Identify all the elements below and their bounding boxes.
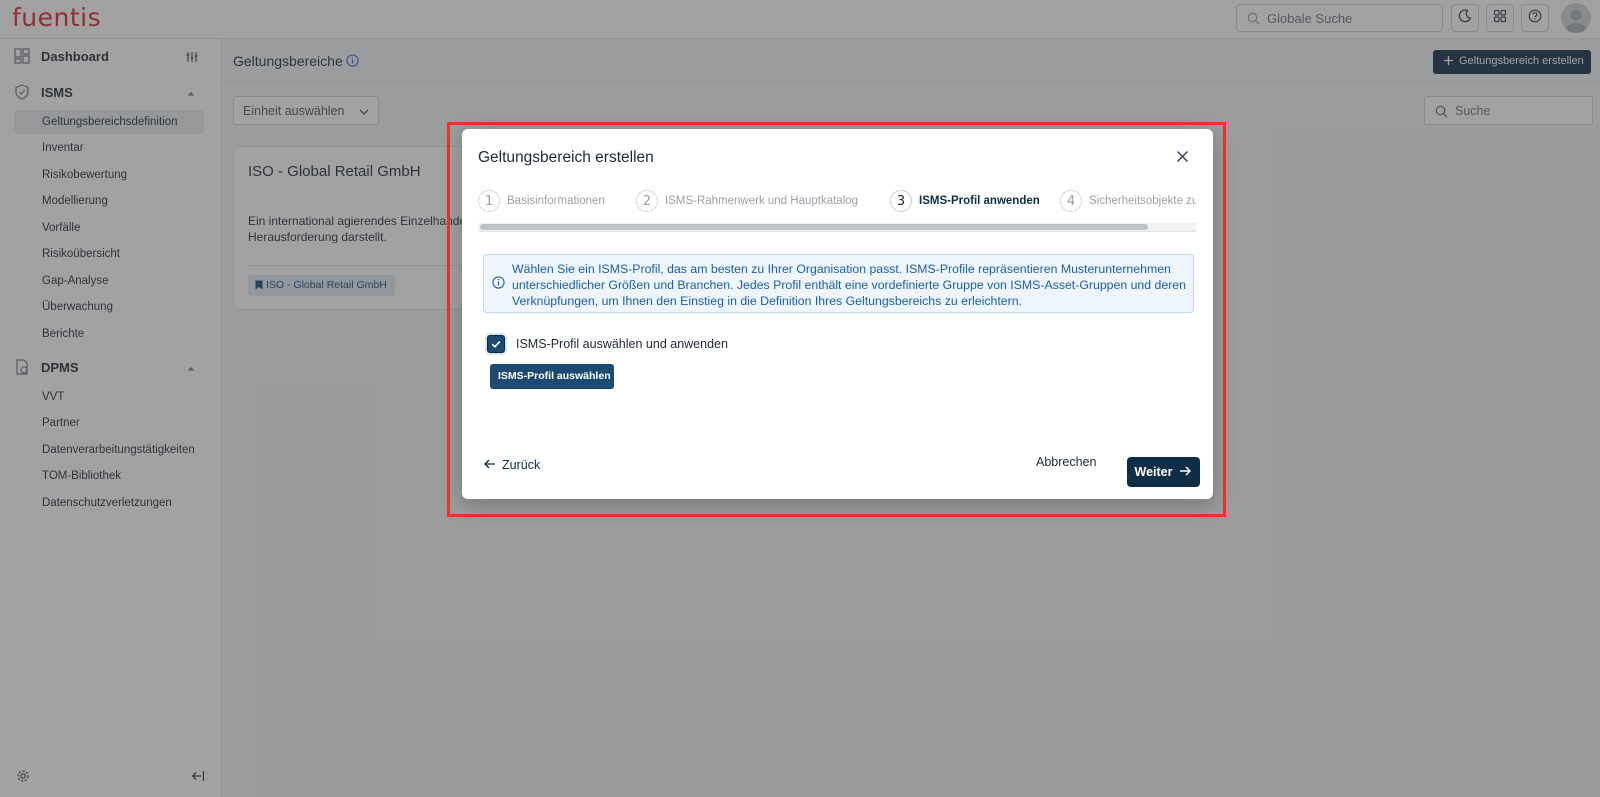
select-profile-button[interactable]: ISMS-Profil auswählen: [490, 364, 614, 389]
checkmark-icon: [491, 340, 501, 348]
back-button-label: Zurück: [502, 458, 541, 472]
close-icon[interactable]: [1176, 150, 1189, 168]
apply-profile-checkbox-row[interactable]: ISMS-Profil auswählen und anwenden: [487, 335, 728, 353]
step-basisinformationen[interactable]: 1 Basisinformationen: [478, 189, 605, 213]
cancel-button[interactable]: Abbrechen: [1036, 455, 1096, 469]
next-button[interactable]: Weiter: [1127, 457, 1200, 487]
step-number: 1: [478, 190, 500, 212]
stepper: 1 Basisinformationen 2 ISMS-Rahmenwerk u…: [478, 189, 1196, 213]
step-number: 3: [890, 190, 912, 212]
apply-profile-checkbox-label: ISMS-Profil auswählen und anwenden: [516, 337, 728, 351]
arrow-right-icon: [1179, 465, 1192, 480]
step-label: Basisinformationen: [507, 195, 605, 207]
create-scope-dialog: Geltungsbereich erstellen 1 Basisinforma…: [462, 129, 1213, 499]
stepper-scrollbar-thumb[interactable]: [480, 224, 1148, 230]
step-isms-rahmenwerk[interactable]: 2 ISMS-Rahmenwerk und Hauptkatalog: [636, 189, 858, 213]
stepper-divider: [478, 231, 1196, 232]
step-number: 2: [636, 190, 658, 212]
step-isms-profil-anwenden[interactable]: 3 ISMS-Profil anwenden: [890, 189, 1040, 213]
dialog-title: Geltungsbereich erstellen: [478, 149, 654, 166]
step-sicherheitsobjekte[interactable]: 4 Sicherheitsobjekte zuordnen: [1060, 189, 1196, 213]
info-message: Wählen Sie ein ISMS-Profil, das am beste…: [483, 254, 1194, 313]
step-label: ISMS-Rahmenwerk und Hauptkatalog: [665, 195, 859, 207]
info-message-text: Wählen Sie ein ISMS-Profil, das am beste…: [512, 262, 1186, 308]
back-button[interactable]: Zurück: [483, 455, 540, 475]
step-number: 4: [1060, 190, 1082, 212]
info-icon: [492, 276, 505, 294]
step-label: Sicherheitsobjekte zuordnen: [1089, 195, 1196, 207]
next-button-label: Weiter: [1134, 465, 1173, 479]
step-label: ISMS-Profil anwenden: [919, 195, 1040, 207]
stepper-scrollbar[interactable]: [478, 223, 1196, 231]
apply-profile-checkbox[interactable]: [487, 335, 505, 353]
arrow-left-icon: [483, 458, 496, 473]
